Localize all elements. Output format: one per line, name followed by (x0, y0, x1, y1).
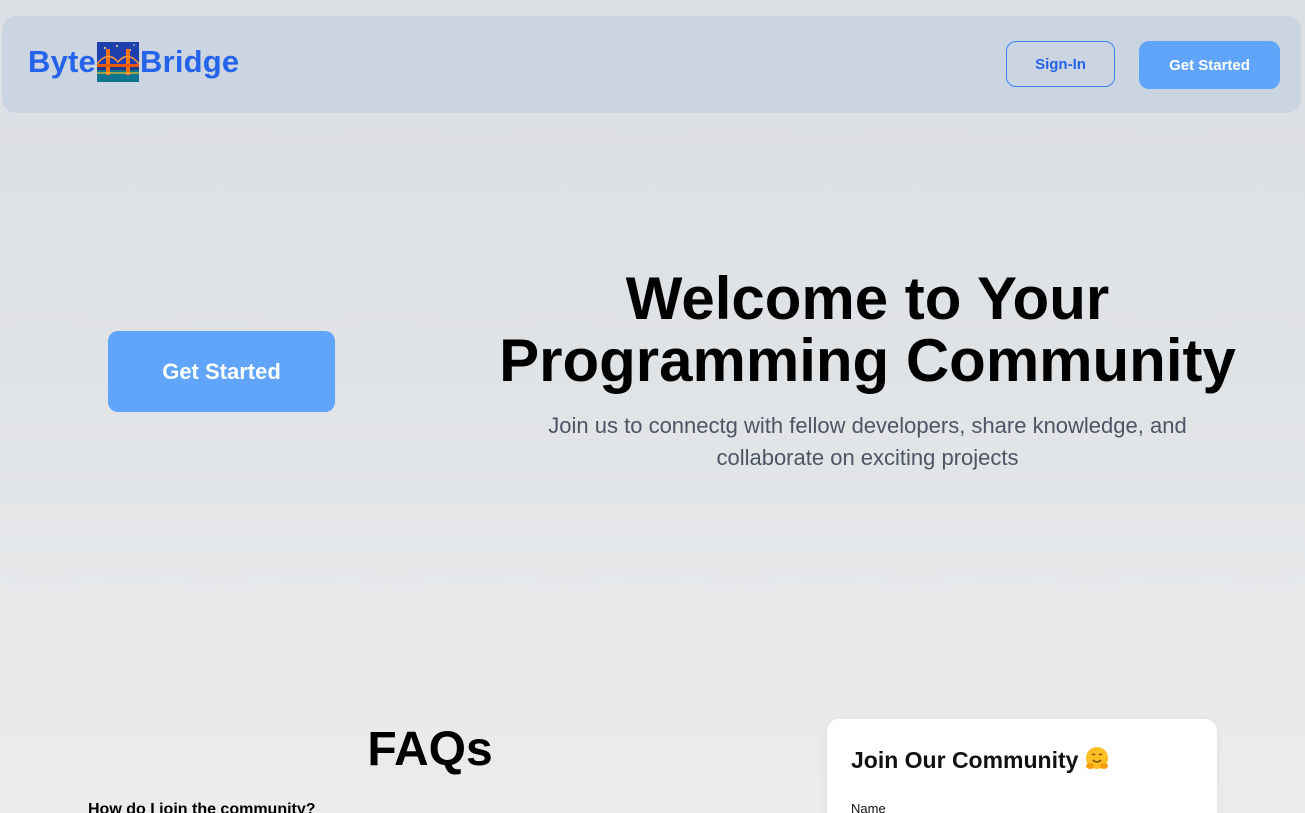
hero-get-started-button[interactable]: Get Started (108, 331, 335, 412)
hero-subtitle: Join us to connectg with fellow develope… (470, 410, 1265, 474)
brand-text-left: Byte (28, 44, 96, 79)
brand-logo-link[interactable]: Byte Bridge (28, 40, 239, 84)
faq-question[interactable]: How do I join the community? (88, 800, 316, 813)
golden-gate-bridge-icon (97, 42, 139, 82)
hero-title-line-1: Welcome to Your (625, 265, 1110, 332)
join-card-title-text: Join Our Community (851, 747, 1079, 773)
name-field-label: Name (851, 801, 886, 813)
nav-get-started-button[interactable]: Get Started (1139, 41, 1280, 89)
hero-subtitle-line-1: Join us to connectg with fellow develope… (548, 413, 1187, 438)
join-community-card: Join Our Community Name (827, 719, 1217, 813)
hero-title: Welcome to Your Programming Community (470, 268, 1265, 392)
hugging-face-emoji-icon (1086, 747, 1109, 769)
hero-title-line-2: Programming Community (499, 327, 1236, 394)
faq-title: FAQs (367, 723, 493, 776)
navbar: Byte Bridge Sign-In Get Started (2, 16, 1301, 113)
sign-in-button[interactable]: Sign-In (1006, 41, 1115, 87)
hero-subtitle-line-2: collaborate on exciting projects (716, 445, 1019, 470)
brand-text-right: Bridge (140, 44, 240, 79)
join-card-title: Join Our Community (851, 745, 1110, 775)
